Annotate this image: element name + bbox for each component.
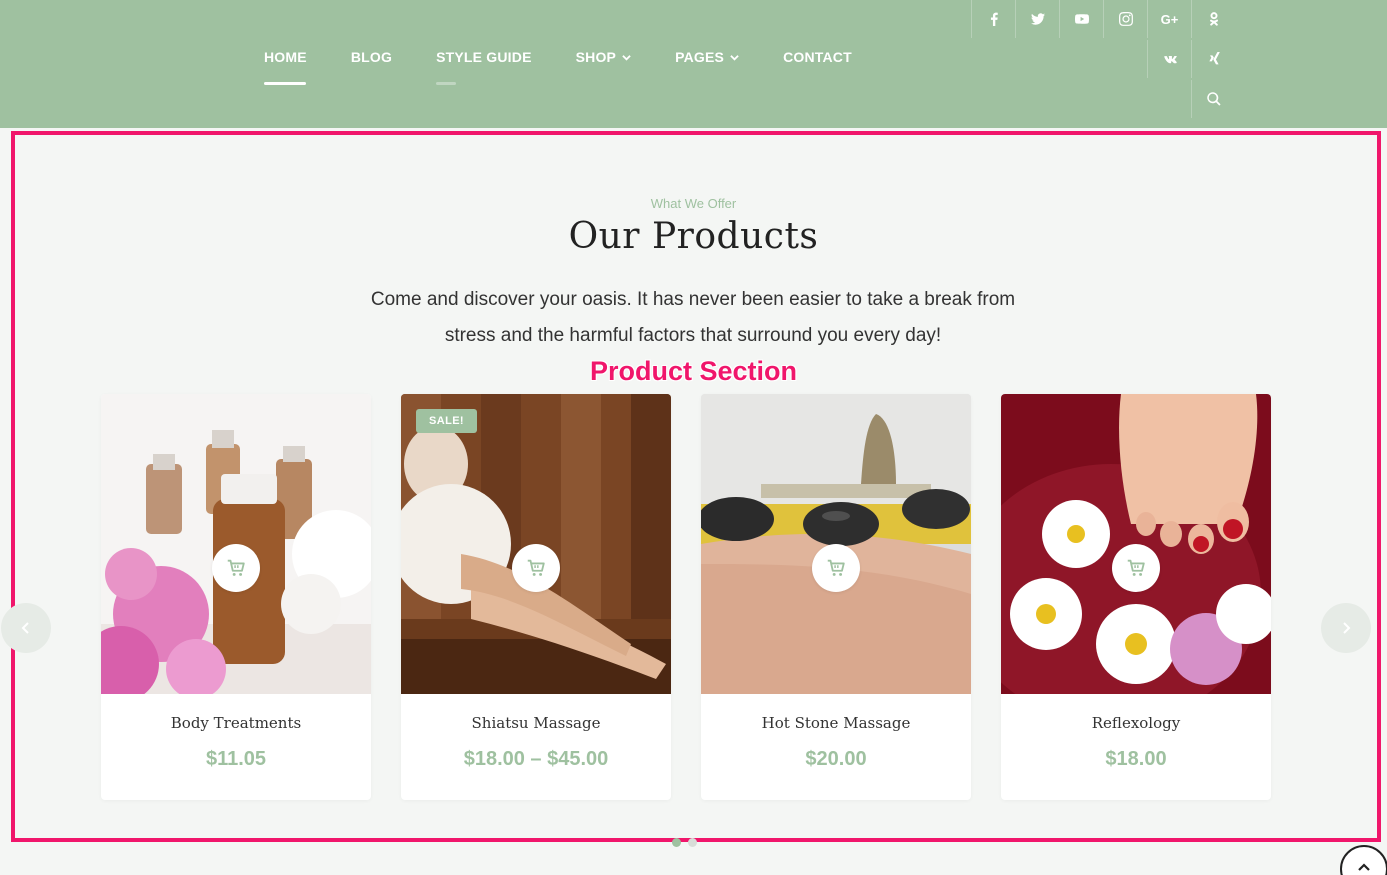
add-to-cart-button[interactable] [512,544,560,592]
carousel-pagination [672,838,697,847]
nav-style-guide[interactable]: STYLE GUIDE [436,48,532,85]
main-nav: HOME BLOG STYLE GUIDE SHOP PAGES CONTACT [264,48,852,85]
section-title: Our Products [568,216,819,257]
carousel-prev-button[interactable] [1,603,51,653]
site-header: HOME BLOG STYLE GUIDE SHOP PAGES CONTACT [0,0,1387,128]
product-card[interactable]: SALE! Shiatsu Massage $18.00 – $45.00 [401,394,671,800]
product-name[interactable]: Shiatsu Massage [401,714,671,732]
add-to-cart-button[interactable] [212,544,260,592]
nav-home-label: HOME [264,49,307,65]
product-name[interactable]: Body Treatments [101,714,371,732]
product-price: $11.05 [205,748,267,770]
nav-contact[interactable]: CONTACT [783,48,852,66]
twitter-icon[interactable] [1015,0,1059,38]
active-underline [264,82,306,85]
annotation-label: Product Section [589,356,798,386]
carousel-dot[interactable] [672,838,681,847]
chevron-up-icon [1358,863,1370,871]
instagram-icon[interactable] [1103,0,1147,38]
back-to-top-button[interactable] [1340,845,1387,875]
hover-underline [436,82,457,85]
google-plus-icon[interactable]: G+ [1147,0,1191,38]
cart-icon [827,559,845,576]
add-to-cart-button[interactable] [812,544,860,592]
cart-icon [527,559,545,576]
youtube-icon[interactable] [1059,0,1103,38]
nav-shop-label: SHOP [575,49,617,65]
nav-blog-label: BLOG [350,49,393,65]
google-plus-label: G+ [1160,11,1179,27]
carousel-next-button[interactable] [1321,603,1371,653]
product-price: $18.00 [1105,748,1167,770]
add-to-cart-button[interactable] [1112,544,1160,592]
product-card[interactable]: Body Treatments $11.05 [101,394,371,800]
chevron-left-icon [21,622,29,634]
sale-badge: SALE! [416,409,477,433]
product-price: $20.00 [805,748,867,770]
section-eyebrow: What We Offer [650,196,737,211]
nav-contact-label: CONTACT [783,49,852,65]
nav-pages[interactable]: PAGES [675,48,739,66]
product-card[interactable]: Reflexology $18.00 [1001,394,1271,800]
product-price: $18.00 – $45.00 [463,748,609,770]
product-name[interactable]: Hot Stone Massage [701,714,971,732]
section-description: Come and discover your oasis. It has nev… [370,289,1016,346]
nav-home[interactable]: HOME [264,48,307,85]
nav-style-guide-label: STYLE GUIDE [436,49,532,65]
nav-shop[interactable]: SHOP [576,48,631,66]
product-card[interactable]: Hot Stone Massage $20.00 [701,394,971,800]
cart-icon [1127,559,1145,576]
search-icon[interactable] [1191,80,1235,118]
vk-icon[interactable] [1147,40,1191,78]
chevron-down-icon [730,54,739,61]
chevron-down-icon [622,54,631,61]
xing-icon[interactable] [1191,40,1235,78]
odnoklassniki-icon[interactable] [1191,0,1235,38]
nav-blog[interactable]: BLOG [351,48,392,66]
carousel-dot[interactable] [688,838,697,847]
cart-icon [227,559,245,576]
facebook-icon[interactable] [971,0,1015,38]
product-name[interactable]: Reflexology [1001,714,1271,732]
chevron-right-icon [1343,622,1351,634]
nav-pages-label: PAGES [675,49,725,65]
